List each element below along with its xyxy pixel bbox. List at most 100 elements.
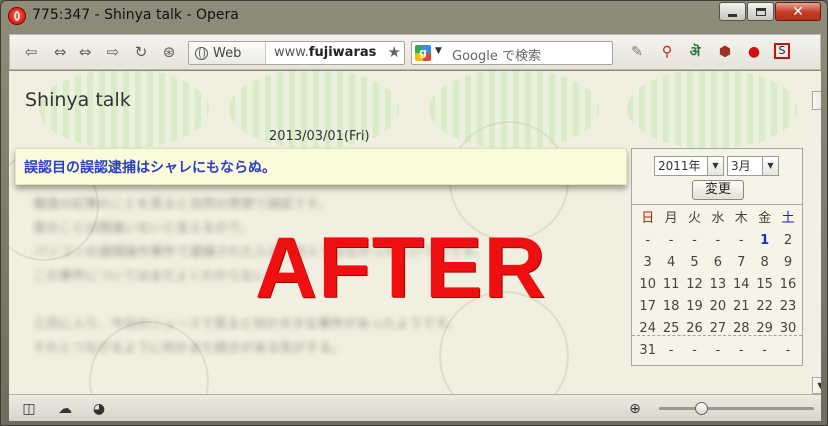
post-title[interactable]: 誤認目の誤認逮捕はシャレにもならぬ。 [24,157,276,177]
calendar-day[interactable]: 31 [636,340,659,362]
home-icon[interactable]: ⊛ [160,43,178,61]
zoom-icon[interactable]: ⊕ [626,400,644,418]
google-icon[interactable]: g [415,45,431,61]
calendar-day[interactable]: 24 [636,318,659,340]
panel-toggle-icon[interactable]: ◫ [20,400,38,418]
browser-window: 775:347 - Shinya talk - Opera ✕ ⇦ ⇔ ⇔ ⇨ … [0,0,828,426]
weekday-label: 日 [641,211,655,226]
post-header: 誤認目の誤認逮捕はシャレにもならぬ。 [15,148,627,185]
calendar-empty-cell: - [785,343,791,358]
calendar-empty-cell: - [645,233,651,248]
globe-icon [195,46,208,60]
blog-title[interactable]: Shinya talk [25,89,131,111]
calendar-day[interactable]: 17 [636,296,659,318]
calendar-week-row: 3456789 [636,252,800,274]
calendar-day[interactable]: 18 [659,296,682,318]
calendar-day[interactable]: 30 [776,318,799,340]
calendar-empty-cell: - [738,343,744,358]
calendar-day[interactable]: 16 [776,274,799,296]
find-magnifier-icon[interactable]: ⚲ [658,43,676,61]
url-text[interactable]: www.fujiwaras [274,45,382,60]
calendar-day[interactable]: 29 [753,318,776,340]
rewind-icon[interactable]: ⇔ [51,43,69,61]
calendar-week-row: 31- - - - - - [636,340,800,362]
minimize-button[interactable] [719,2,746,21]
forward-icon[interactable]: ⇨ [104,43,122,61]
calendar-empty-cell: - [715,233,721,248]
cloud-icon[interactable]: ☁ [56,400,74,418]
shield-icon[interactable]: ⬢ [716,43,734,61]
calendar-day[interactable]: 10 [636,274,659,296]
calendar-day[interactable]: 27 [706,318,729,340]
calendar-day[interactable]: 9 [776,252,799,274]
calendar-day[interactable]: 6 [706,252,729,274]
month-value: 3月 [731,159,751,173]
weekday-label: 金 [758,211,772,226]
maximize-icon [755,7,766,16]
month-select[interactable]: 3月 ▼ [727,156,779,176]
calendar-day[interactable]: 11 [659,274,682,296]
calendar-day[interactable]: 26 [683,318,706,340]
calendar-day[interactable]: 3 [636,252,659,274]
address-bar[interactable]: Web www.fujiwaras ★ [188,41,405,65]
year-value: 2011年 [658,159,701,173]
extension-icon[interactable]: S [774,43,790,59]
weekday-label: 木 [734,211,748,226]
back-icon[interactable]: ⇦ [22,43,40,61]
calendar-day[interactable]: 20 [706,296,729,318]
calendar-day[interactable]: 2 [776,230,799,252]
calendar-empty-cell: - [668,343,674,358]
page-viewport: Shinya talk 2013/03/01(Fri) 誤認目の誤認逮捕はシャレ… [9,71,821,394]
navigation-toolbar: ⇦ ⇔ ⇔ ⇨ ↻ ⊛ Web www.fujiwaras ★ g ▼ Goog… [9,34,821,70]
opera-logo-icon[interactable] [8,7,26,25]
site-badge[interactable]: Web [189,42,266,64]
vertical-scrollbar[interactable]: ▼ [812,91,821,394]
calendar-empty-cell: - [692,343,697,358]
fast-forward-icon[interactable]: ⇔ [76,43,94,61]
calendar-widget: 2011年 ▼ 3月 ▼ 変更 日 月 火 水 木 金 土 -----123 4… [631,148,803,366]
calendar-day[interactable]: 1 [753,230,776,252]
chevron-down-icon[interactable]: ▼ [435,46,442,56]
minimize-icon [728,13,737,17]
calendar-day[interactable]: 21 [730,296,753,318]
bookmark-star-icon[interactable]: ★ [388,43,401,61]
close-button[interactable]: ✕ [775,2,821,21]
calendar-day[interactable]: 7 [730,252,753,274]
adblock-icon[interactable]: ● [745,43,763,61]
calendar-day[interactable]: 4 [659,252,682,274]
notes-pen-icon[interactable]: ✎ [628,43,646,61]
title-bar[interactable]: 775:347 - Shinya talk - Opera ✕ [1,1,827,31]
weekday-label: 土 [781,211,795,226]
calendar-day[interactable]: 22 [753,296,776,318]
calendar-week-row: 10 11 12 13 14 15 16 [636,274,800,296]
calendar-day[interactable]: 15 [753,274,776,296]
calendar-day[interactable]: 28 [730,318,753,340]
year-select[interactable]: 2011年 ▼ [654,156,724,176]
calendar-day[interactable]: 14 [730,274,753,296]
calendar-day[interactable]: 25 [659,318,682,340]
calendar-day[interactable]: 19 [683,296,706,318]
site-badge-label: Web [213,45,242,61]
translate-icon[interactable]: ऄ [686,43,704,61]
calendar-day[interactable]: 12 [683,274,706,296]
calendar-day[interactable]: 5 [683,252,706,274]
post-body-line: それとつながるように何かまた続きがある気がする。 [33,341,345,356]
chevron-down-icon: ▼ [762,157,778,175]
maximize-button[interactable] [747,2,774,21]
calendar-change-button[interactable]: 変更 [692,180,744,200]
zoom-slider-knob[interactable] [694,402,708,415]
url-prefix: www. [274,45,309,60]
calendar-day[interactable]: 13 [706,274,729,296]
zoom-slider[interactable] [659,402,814,415]
reload-icon[interactable]: ↻ [132,43,150,61]
window-controls: ✕ [718,2,821,21]
scroll-down-button[interactable]: ▼ [812,377,821,394]
speed-dial-gauge-icon[interactable]: ◕ [90,400,108,418]
search-field[interactable]: g ▼ Google で検索 [411,41,613,65]
search-placeholder: Google で検索 [452,49,541,64]
divider [632,335,802,336]
calendar-day[interactable]: 8 [753,252,776,274]
calendar-day[interactable]: 23 [776,296,799,318]
scroll-thumb[interactable] [812,91,821,110]
calendar-empty-cell: - [762,343,767,358]
